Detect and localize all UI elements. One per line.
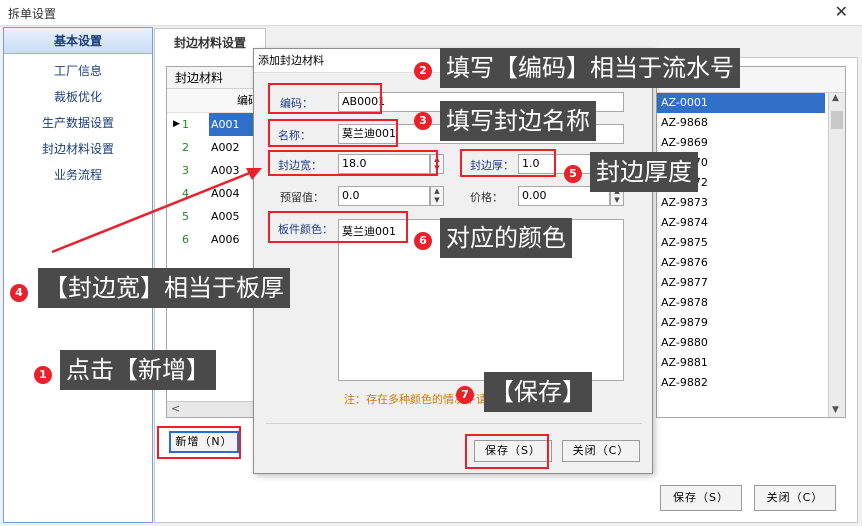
- step-badge-7: 7: [456, 386, 474, 404]
- callout-3: 填写封边名称: [440, 101, 596, 141]
- step-badge-6: 6: [414, 232, 432, 250]
- step-badge-3: 3: [414, 112, 432, 130]
- callout-6: 对应的颜色: [440, 218, 572, 258]
- callout-4: 【封边宽】相当于板厚: [38, 268, 290, 308]
- step-badge-4: 4: [10, 284, 28, 302]
- step-badge-5: 5: [564, 165, 582, 183]
- callout-5: 封边厚度: [590, 152, 698, 192]
- step-badge-2: 2: [414, 62, 432, 80]
- step-badge-1: 1: [34, 366, 52, 384]
- arrow-line: [51, 170, 253, 254]
- callout-7: 【保存】: [484, 372, 592, 412]
- callout-1: 点击【新增】: [60, 350, 216, 390]
- callout-2: 填写【编码】相当于流水号: [440, 48, 740, 88]
